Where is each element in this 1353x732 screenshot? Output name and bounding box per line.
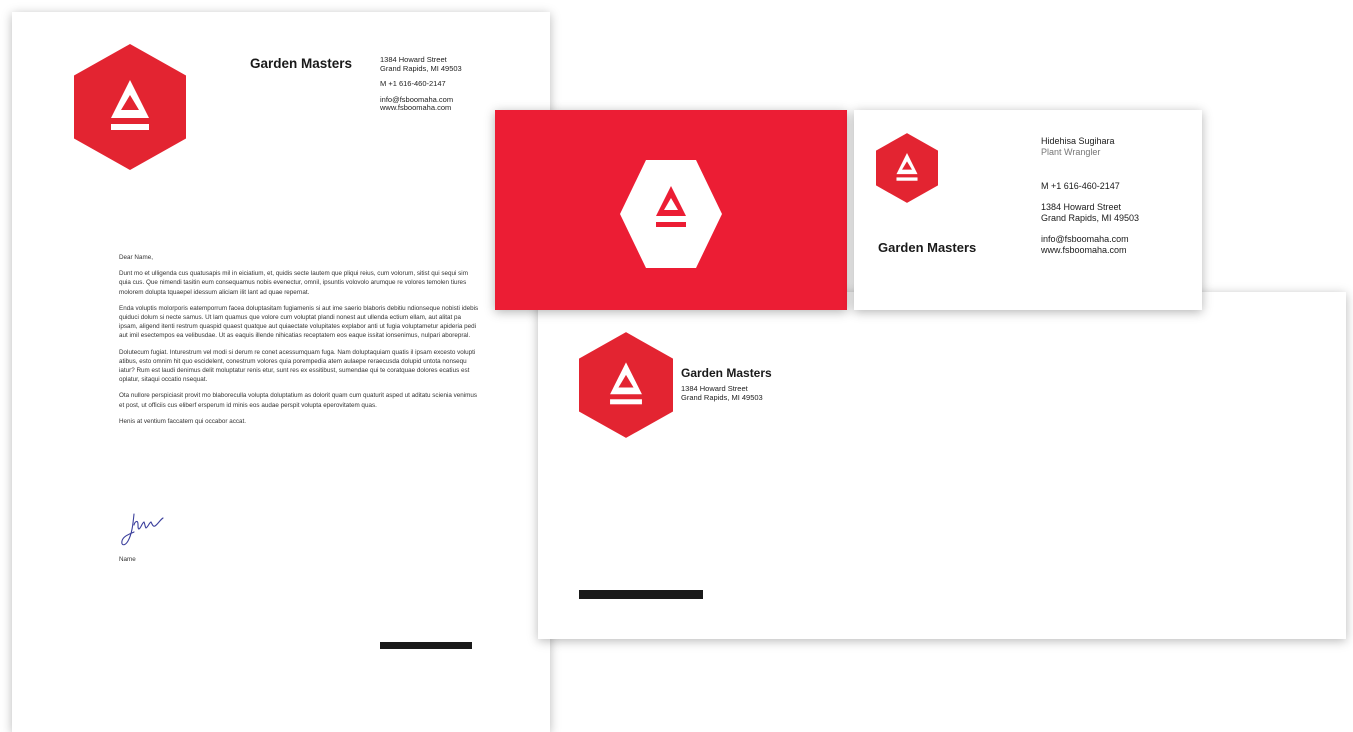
signature-image: [121, 513, 164, 546]
envelope-return-address: 1384 Howard Street Grand Rapids, MI 4950…: [681, 384, 763, 402]
envelope-address-line-1: 1384 Howard Street: [681, 384, 748, 393]
card-address-line-1: 1384 Howard Street: [1041, 201, 1122, 212]
card-email: info@fsboomaha.com: [1041, 234, 1129, 245]
letterhead-contact-block: 1384 Howard Street Grand Rapids, MI 4950…: [380, 55, 520, 113]
business-card-front: [495, 110, 847, 310]
footer-bar: [380, 642, 472, 649]
letter-paragraph: Dolutecum fugiat. Inturestrum vel modi s…: [119, 348, 476, 384]
logo-hexagon-icon: [74, 44, 186, 170]
letterhead-phone: M +1 616-460-2147: [380, 79, 446, 89]
letter-paragraph: Enda voluptis molorporis eatemporrum fac…: [119, 304, 479, 340]
signature-name: Name: [119, 556, 136, 563]
logo-hexagon-icon: [579, 332, 673, 438]
card-person-name: Hidehisa Sugihara: [1041, 136, 1115, 146]
envelope-address-line-2: Grand Rapids, MI 49503: [681, 393, 763, 402]
letter-body: Dear Name, Dunt mo et ulligenda cus quat…: [119, 253, 479, 433]
card-website: www.fsboomaha.com: [1041, 245, 1127, 256]
card-person-title: Plant Wrangler: [1041, 147, 1101, 158]
business-card-back: Garden Masters Hidehisa Sugihara Plant W…: [854, 110, 1202, 310]
letter-paragraph: Dunt mo et ulligenda cus quatusapis mil …: [119, 270, 468, 296]
letter-paragraph: Henis at ventium faccatem qui occabor ac…: [119, 417, 247, 425]
logo-hexagon-icon: [620, 160, 722, 268]
card-contact-block: Hidehisa Sugihara Plant Wrangler M +1 61…: [1041, 136, 1196, 256]
letter-paragraph: Ota nullore perspiciasit provit mo blabo…: [119, 392, 478, 409]
letterhead-address-line-2: Grand Rapids, MI 49503: [380, 63, 462, 73]
envelope: Garden Masters 1384 Howard Street Grand …: [538, 292, 1346, 639]
card-address-line-2: Grand Rapids, MI 49503: [1041, 212, 1140, 223]
envelope-company-name: Garden Masters: [681, 366, 772, 380]
logo-hexagon-icon: [876, 133, 938, 203]
card-company-name: Garden Masters: [878, 240, 977, 255]
letterhead-company-name: Garden Masters: [250, 56, 353, 71]
letterhead-sheet: Garden Masters 1384 Howard Street Grand …: [12, 12, 550, 732]
letter-salutation: Dear Name,: [119, 254, 153, 261]
card-phone: M +1 616-460-2147: [1041, 181, 1120, 192]
envelope-bar: [579, 590, 703, 599]
